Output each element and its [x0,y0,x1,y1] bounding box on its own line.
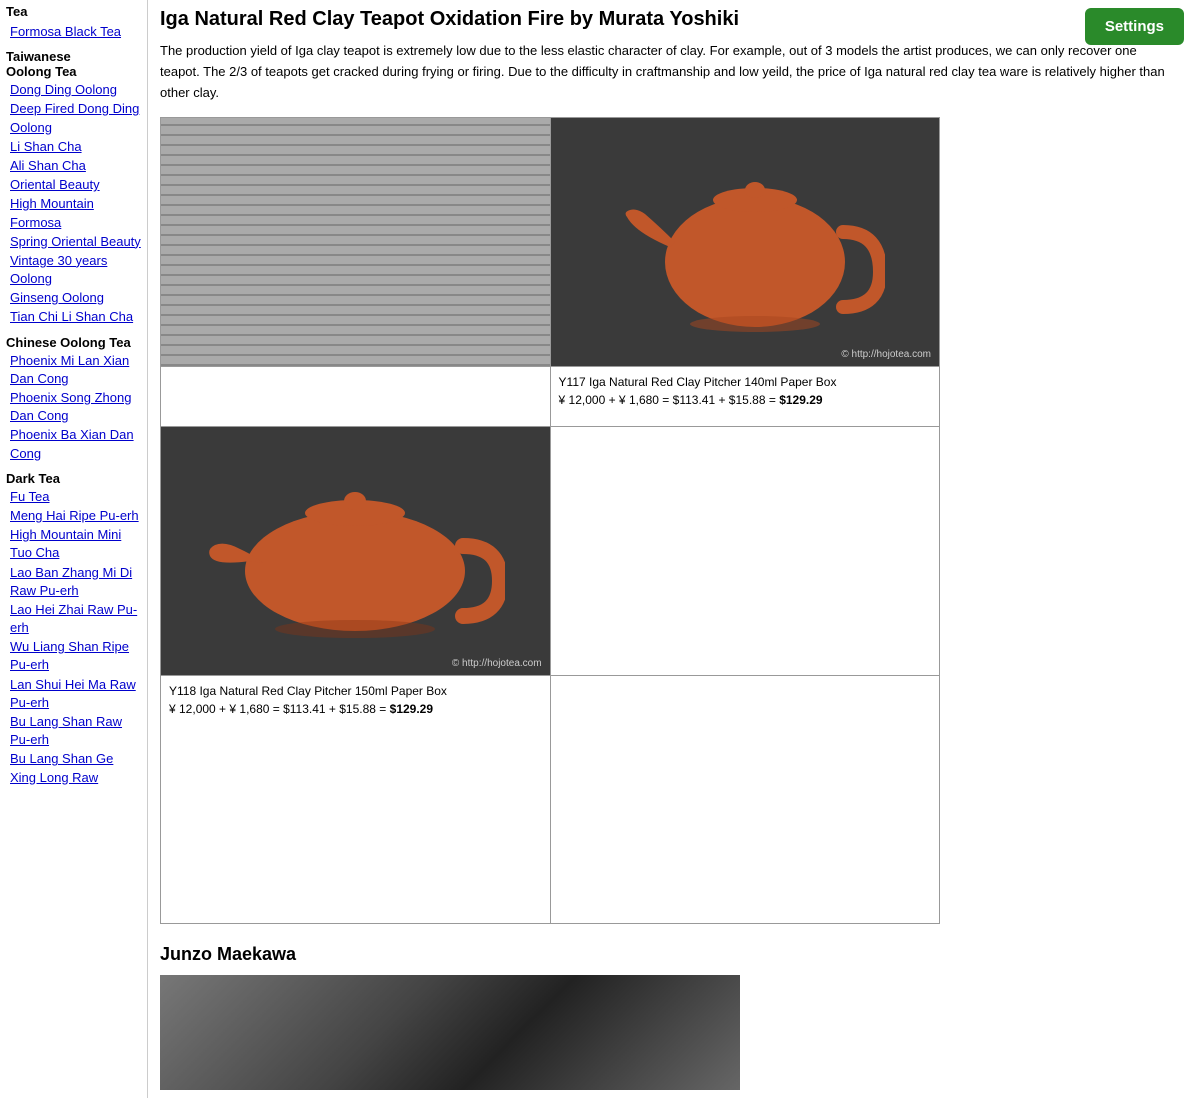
table-row: © http://hojotea.com [161,118,940,367]
teapot-svg-2 [205,441,505,661]
sidebar-item-oriental-beauty[interactable]: Oriental Beauty [6,176,141,194]
sidebar-item-bu-lang-shan[interactable]: Bu Lang Shan Raw Pu-erh [6,713,141,749]
sidebar-item-tian-chi[interactable]: Tian Chi Li Shan Cha [6,308,141,326]
teapot-svg-1 [605,142,885,342]
sidebar-item-lan-shui[interactable]: Lan Shui Hei Ma Raw Pu-erh [6,676,141,712]
product-price-y117: ¥ 12,000 + ¥ 1,680 = $113.41 + $15.88 = … [559,391,931,409]
sidebar-category-chinese-oolong: Chinese Oolong Tea [6,335,141,350]
sidebar-item-high-mountain-formosa[interactable]: High Mountain Formosa [6,195,141,231]
product-price-bold-y118: $129.29 [390,702,433,716]
sidebar-item-ginseng-oolong[interactable]: Ginseng Oolong [6,289,141,307]
junzo-image [160,975,740,1090]
product-caption-y118: Y118 Iga Natural Red Clay Pitcher 150ml … [161,676,551,924]
sidebar-item-ali-shan-cha[interactable]: Ali Shan Cha [6,157,141,175]
table-row-caption-1: Y117 Iga Natural Red Clay Pitcher 140ml … [161,367,940,427]
teapot-image-2: © http://hojotea.com [161,427,550,675]
copyright-label-2: © http://hojotea.com [452,658,542,669]
product-table: © http://hojotea.com Y117 Iga Natural Re… [160,117,940,924]
settings-button[interactable]: Settings [1085,8,1184,45]
sidebar-top-category: Tea [6,4,141,19]
teapot-image-1: © http://hojotea.com [551,118,939,366]
table-row-caption-2: Y118 Iga Natural Red Clay Pitcher 150ml … [161,676,940,924]
sidebar-item-lao-hei-zhai[interactable]: Lao Hei Zhai Raw Pu-erh [6,601,141,637]
product-image-y118: © http://hojotea.com [161,427,551,676]
sidebar-item-phoenix-ba-xian[interactable]: Phoenix Ba Xian Dan Cong [6,426,141,462]
sidebar-item-bu-lang-shan-ge[interactable]: Bu Lang Shan Ge Xing Long Raw [6,750,141,786]
sidebar-item-deep-fired[interactable]: Deep Fired Dong Ding Oolong [6,100,141,136]
sidebar-category-dark-tea: Dark Tea [6,471,141,486]
sidebar-item-spring-oriental-beauty[interactable]: Spring Oriental Beauty [6,233,141,251]
table-row-teapot2: © http://hojotea.com [161,427,940,676]
product-caption-y117: Y117 Iga Natural Red Clay Pitcher 140ml … [550,367,939,427]
sidebar: Tea Formosa Black Tea TaiwaneseOolong Te… [0,0,148,1098]
product-title-y117: Y117 Iga Natural Red Clay Pitcher 140ml … [559,373,931,391]
striped-image-placeholder [161,118,550,366]
product-image-empty-3 [550,676,939,924]
sidebar-item-lao-ban-zhang[interactable]: Lao Ban Zhang Mi Di Raw Pu-erh [6,564,141,600]
product-title-y118: Y118 Iga Natural Red Clay Pitcher 150ml … [169,682,542,700]
product-image-striped [161,118,551,367]
sidebar-item-phoenix-song[interactable]: Phoenix Song Zhong Dan Cong [6,389,141,425]
sidebar-category-taiwanese-oolong: TaiwaneseOolong Tea [6,49,141,79]
product-image-empty-2 [550,427,939,676]
product-image-empty-1 [161,367,551,427]
sidebar-item-meng-hai[interactable]: Meng Hai Ripe Pu-erh [6,507,141,525]
sidebar-item-high-mountain-mini[interactable]: High Mountain Mini Tuo Cha [6,526,141,562]
sidebar-item-fu-tea[interactable]: Fu Tea [6,488,141,506]
copyright-label-1: © http://hojotea.com [841,349,931,360]
sidebar-item-vintage-30[interactable]: Vintage 30 years Oolong [6,252,141,288]
page-title: Iga Natural Red Clay Teapot Oxidation Fi… [160,8,1060,31]
sidebar-item-li-shan-cha[interactable]: Li Shan Cha [6,138,141,156]
product-price-y118: ¥ 12,000 + ¥ 1,680 = $113.41 + $15.88 = … [169,700,542,718]
sidebar-item-formosa-black-tea[interactable]: Formosa Black Tea [6,23,141,41]
main-content: Settings Iga Natural Red Clay Teapot Oxi… [148,0,1192,1098]
junzo-section-title: Junzo Maekawa [160,944,1180,965]
sidebar-item-wu-liang-shan[interactable]: Wu Liang Shan Ripe Pu-erh [6,638,141,674]
product-image-y117-top: © http://hojotea.com [550,118,939,367]
product-price-bold-y117: $129.29 [779,393,822,407]
sidebar-item-dong-ding-oolong[interactable]: Dong Ding Oolong [6,81,141,99]
sidebar-item-phoenix-mi-lan[interactable]: Phoenix Mi Lan Xian Dan Cong [6,352,141,388]
junzo-image-inner [160,975,740,1090]
product-description: The production yield of Iga clay teapot … [160,41,1180,103]
